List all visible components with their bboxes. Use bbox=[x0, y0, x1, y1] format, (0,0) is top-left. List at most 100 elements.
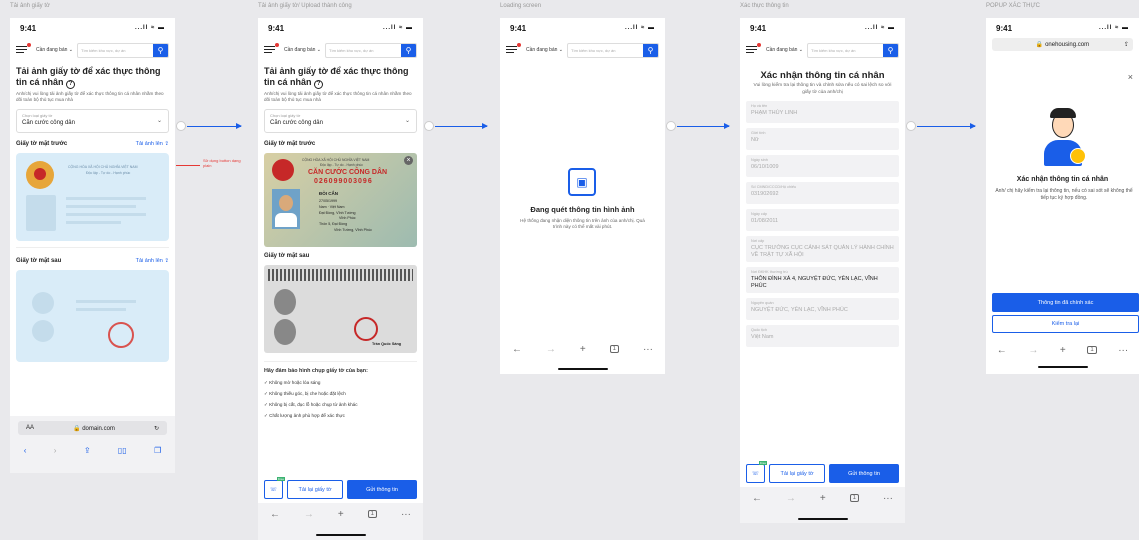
back-icon[interactable]: ← bbox=[997, 345, 1007, 356]
verify-field[interactable]: Số CMND/CCCD/Hộ chiếu 031902692 bbox=[746, 182, 899, 204]
new-tab-icon[interactable]: + bbox=[1060, 345, 1066, 356]
phone-upload: 9:41 ...ll ≈ ▬ Cần đang bán ⌄ Tìm kiếm kh… bbox=[10, 18, 175, 473]
help-icon[interactable]: ? bbox=[66, 80, 76, 89]
forward-icon[interactable]: → bbox=[786, 493, 796, 504]
more-icon[interactable]: ··· bbox=[1118, 345, 1128, 356]
menu-icon[interactable] bbox=[16, 43, 31, 54]
address-bar[interactable]: 🔒 onehousing.com ⇪ bbox=[992, 38, 1133, 51]
help-icon[interactable]: ? bbox=[314, 80, 324, 89]
new-tab-icon[interactable]: + bbox=[338, 509, 344, 520]
back-icon[interactable]: ← bbox=[270, 509, 280, 520]
upload-back-button[interactable]: Tải ảnh lên ⇪ bbox=[136, 258, 169, 264]
field-label: Quốc tịch bbox=[751, 328, 768, 332]
listing-type-select[interactable]: Cần đang bán ⌄ bbox=[284, 47, 321, 53]
address-bar[interactable]: AA 🔒 domain.com ↻ bbox=[18, 421, 167, 435]
new-tab-icon[interactable]: + bbox=[820, 493, 826, 504]
forward-icon[interactable]: → bbox=[304, 509, 314, 520]
menu-icon[interactable] bbox=[506, 43, 521, 54]
tabs-icon[interactable]: 1 bbox=[849, 494, 860, 502]
field-value[interactable]: CỤC TRƯỞNG CỤC CẢNH SÁT QUẢN LÝ HÀNH CHÍ… bbox=[751, 245, 894, 259]
listing-type-select[interactable]: Cần đang bán ⌄ bbox=[766, 47, 803, 53]
frame-label-verify: Xác thực thông tin bbox=[740, 3, 789, 9]
field-value[interactable]: THÔN ĐÌNH XÁ 4, NGUYỆT ĐỨC, YÊN LẠC, VĨN… bbox=[751, 276, 894, 290]
search-box[interactable]: Tìm kiếm khu vực, dự án ⚲ bbox=[325, 42, 417, 58]
field-value[interactable]: PHẠM THÙY LINH bbox=[751, 110, 894, 117]
reload-icon[interactable]: ↻ bbox=[154, 425, 159, 432]
confirm-info-button[interactable]: Thông tin đã chính xác bbox=[992, 293, 1139, 312]
flow-arrow bbox=[677, 123, 730, 129]
share-icon[interactable]: ⇪ bbox=[1124, 41, 1129, 48]
search-icon[interactable]: ⚲ bbox=[401, 43, 416, 57]
search-box[interactable]: Tìm kiếm khu vực, dự án ⚲ bbox=[807, 42, 899, 58]
field-value[interactable]: 031902692 bbox=[751, 191, 894, 198]
phone-loading: 9:41 ...ll ≈ ▬ Cần đang bán ⌄ Tìm kiếm kh… bbox=[500, 18, 665, 374]
listing-type-select[interactable]: Cần đang bán ⌄ bbox=[526, 47, 563, 53]
search-box[interactable]: Tìm kiếm khu vực, dự án ⚲ bbox=[567, 42, 659, 58]
share-icon[interactable]: ⇪ bbox=[84, 446, 91, 455]
bookmarks-icon[interactable]: ▯▯ bbox=[118, 446, 127, 455]
verify-field[interactable]: Quốc tịch Việt Nam bbox=[746, 325, 899, 347]
field-value[interactable]: Nữ bbox=[751, 137, 894, 144]
verify-field[interactable]: Giới tính Nữ bbox=[746, 128, 899, 150]
status-bar: 9:41 ...ll ≈ ▬ bbox=[996, 23, 1129, 33]
field-value[interactable]: 06/10/1009 bbox=[751, 164, 894, 171]
submit-button[interactable]: Gửi thông tin bbox=[347, 480, 417, 499]
field-value[interactable]: 01/08/2011 bbox=[751, 218, 894, 225]
more-icon[interactable]: ··· bbox=[401, 509, 411, 520]
front-card-placeholder[interactable]: CỘNG HÒA XÃ HỘI CHỦ NGHĨA VIỆT NAM Độc l… bbox=[16, 153, 169, 241]
more-icon[interactable]: ··· bbox=[883, 493, 893, 504]
tip-item: ✓ Chất lượng ảnh phù hợp để xác thực bbox=[264, 413, 345, 418]
search-icon[interactable]: ⚲ bbox=[153, 43, 168, 57]
forward-icon[interactable]: → bbox=[1028, 345, 1038, 356]
search-box[interactable]: Tìm kiếm khu vực, dự án ⚲ bbox=[77, 42, 169, 58]
tabs-icon[interactable]: 1 bbox=[367, 510, 378, 518]
field-value[interactable]: NGUYỆT ĐỨC, YÊN LẠC, VĨNH PHÚC bbox=[751, 307, 894, 314]
retake-button[interactable]: Tải lại giấy tờ bbox=[287, 480, 343, 499]
menu-icon[interactable] bbox=[746, 43, 761, 54]
tabs-icon[interactable]: ❐ bbox=[154, 446, 161, 455]
back-icon[interactable]: ‹ bbox=[24, 446, 27, 455]
verify-field[interactable]: Nơi cấp CỤC TRƯỞNG CỤC CẢNH SÁT QUẢN LÝ H… bbox=[746, 236, 899, 262]
front-section-header: Giấy tờ mặt trước Tải ảnh lên ⇪ bbox=[16, 141, 169, 147]
verify-field[interactable]: Nơi ĐKHK thường trú THÔN ĐÌNH XÁ 4, NGUYỆ… bbox=[746, 267, 899, 293]
back-card-placeholder[interactable] bbox=[16, 270, 169, 362]
forward-icon[interactable]: › bbox=[54, 446, 57, 455]
browser-nav: ← → +1 ··· bbox=[740, 487, 905, 509]
phone-upload-success: 9:41 ...ll ≈ ▬ Cần đang bán ⌄ Tìm kiếm kh… bbox=[258, 18, 423, 540]
recheck-button[interactable]: Kiểm tra lại bbox=[992, 315, 1139, 333]
forward-icon[interactable]: → bbox=[546, 344, 556, 355]
more-icon[interactable]: ··· bbox=[643, 344, 653, 355]
fingerprint-icon bbox=[32, 320, 54, 342]
tabs-icon[interactable]: 1 bbox=[609, 345, 620, 353]
verify-field[interactable]: Họ và tên PHẠM THÙY LINH bbox=[746, 101, 899, 123]
app-header: Cần đang bán ⌄ Tìm kiếm khu vực, dự án ⚲ bbox=[500, 38, 665, 62]
loading-description: Hệ thống đang nhận diện thông tin trên ả… bbox=[520, 218, 645, 229]
back-icon[interactable]: ← bbox=[512, 344, 522, 355]
close-icon[interactable]: × bbox=[1128, 72, 1133, 82]
browser-nav: ← → +1 ··· bbox=[258, 503, 423, 525]
tabs-icon[interactable]: 1 bbox=[1087, 346, 1097, 354]
field-value[interactable]: Việt Nam bbox=[751, 334, 894, 341]
verify-field[interactable]: Ngày sinh 06/10/1009 bbox=[746, 155, 899, 177]
back-icon[interactable]: ← bbox=[752, 493, 762, 504]
document-type-dropdown[interactable]: Chọn loại giấy tờ Căn cước công dân ⌄ bbox=[16, 109, 169, 133]
document-type-dropdown[interactable]: Chọn loại giấy tờ Căn cước công dân ⌄ bbox=[264, 109, 417, 133]
phone-icon: ☏ bbox=[270, 486, 277, 493]
upload-front-button[interactable]: Tải ảnh lên ⇪ bbox=[136, 141, 169, 147]
menu-icon[interactable] bbox=[264, 43, 279, 54]
search-icon[interactable]: ⚲ bbox=[883, 43, 898, 57]
listing-type-select[interactable]: Cần đang bán ⌄ bbox=[36, 47, 73, 53]
popup-description: Anh/ chị hãy kiểm tra lại thông tin, nếu… bbox=[995, 188, 1133, 201]
submit-button[interactable]: Gửi thông tin bbox=[829, 464, 899, 483]
verify-field[interactable]: Ngày cấp 01/08/2011 bbox=[746, 209, 899, 231]
clock-icon bbox=[1070, 148, 1086, 164]
verify-title: Xác nhận thông tin cá nhân bbox=[760, 70, 885, 81]
call-button[interactable]: ☏ Free bbox=[746, 461, 767, 483]
remove-photo-icon[interactable]: × bbox=[404, 156, 413, 165]
new-tab-icon[interactable]: + bbox=[580, 344, 586, 355]
verify-field[interactable]: Nguyên quán NGUYỆT ĐỨC, YÊN LẠC, VĨNH PHÚ… bbox=[746, 298, 899, 320]
flow-arrow bbox=[435, 123, 488, 129]
retake-button[interactable]: Tải lại giấy tờ bbox=[769, 464, 825, 483]
search-icon[interactable]: ⚲ bbox=[643, 43, 658, 57]
call-button[interactable]: ☏ Free bbox=[264, 477, 285, 499]
